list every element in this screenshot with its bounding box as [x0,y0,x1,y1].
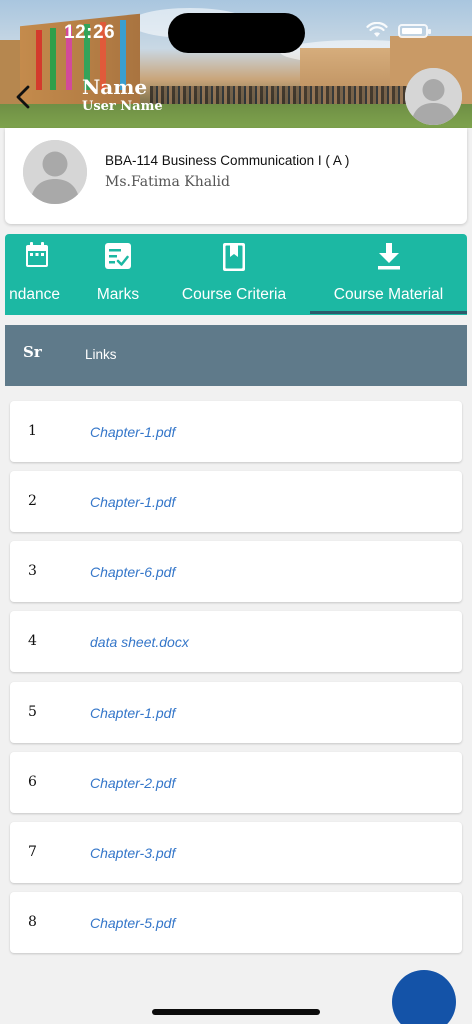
table-row: 1 Chapter-1.pdf [10,401,462,462]
calendar-icon [26,242,48,267]
header-lawn [0,104,472,128]
download-icon [377,243,400,270]
table-row: 5 Chapter-1.pdf [10,682,462,743]
checklist-icon [105,243,131,269]
header-title-block: Name User Name [82,75,163,115]
row-sr: 4 [28,633,37,649]
header-name: Name [82,75,148,99]
row-sr: 3 [28,563,37,579]
materials-table-header: Sr Links [5,325,467,386]
teacher-avatar [23,140,87,204]
header-crowd [150,86,410,106]
row-sr: 7 [28,844,37,860]
table-row: 6 Chapter-2.pdf [10,752,462,813]
tab-bar: ndance Marks Course Criteria Course Mate… [5,234,467,315]
back-button[interactable] [12,84,36,110]
table-row: 7 Chapter-3.pdf [10,822,462,883]
tab-marks[interactable]: Marks [75,234,161,315]
material-link[interactable]: Chapter-1.pdf [90,705,175,721]
status-time: 12:26 [64,22,116,43]
material-link[interactable]: Chapter-5.pdf [90,915,175,931]
row-sr: 5 [28,704,37,720]
floating-action-button[interactable] [392,970,456,1024]
material-link[interactable]: Chapter-1.pdf [90,494,175,510]
tab-course-material[interactable]: Course Material [310,234,467,315]
chevron-left-icon [16,85,30,109]
tab-attendance[interactable]: ndance [5,234,69,315]
person-placeholder-icon [23,140,87,204]
column-header-links: Links [85,347,117,362]
material-link[interactable]: Chapter-2.pdf [90,775,175,791]
header-user-name: User Name [82,99,163,114]
tab-label: Course Criteria [181,286,287,303]
course-info-card: BBA-114 Business Communication I ( A ) M… [5,128,467,224]
material-link[interactable]: Chapter-3.pdf [90,845,175,861]
teacher-name: Ms.Fatima Khalid [105,174,230,190]
row-sr: 8 [28,914,37,930]
row-sr: 1 [28,423,37,439]
table-row: 2 Chapter-1.pdf [10,471,462,532]
table-row: 4 data sheet.docx [10,611,462,672]
wifi-icon [366,22,388,37]
tab-course-criteria[interactable]: Course Criteria [169,234,299,315]
material-link[interactable]: data sheet.docx [90,634,189,650]
tab-label: Marks [96,286,140,303]
active-tab-indicator [310,311,467,314]
dynamic-island [168,13,305,53]
person-placeholder-icon [405,68,462,125]
campus-banner [50,28,56,90]
tab-label: Course Material [333,286,444,303]
material-link[interactable]: Chapter-6.pdf [90,564,175,580]
row-sr: 6 [28,774,37,790]
home-indicator [152,1009,320,1015]
table-row: 8 Chapter-5.pdf [10,892,462,953]
course-title: BBA-114 Business Communication I ( A ) [105,153,350,168]
material-link[interactable]: Chapter-1.pdf [90,424,175,440]
table-row: 3 Chapter-6.pdf [10,541,462,602]
profile-avatar[interactable] [405,68,462,125]
bookmark-book-icon [223,243,245,271]
battery-icon [398,24,431,38]
row-sr: 2 [28,493,37,509]
column-header-sr: Sr [23,343,42,361]
tab-label: ndance [9,286,60,303]
app-header: 12:26 Name User Name [0,0,472,128]
campus-banner [36,30,42,90]
